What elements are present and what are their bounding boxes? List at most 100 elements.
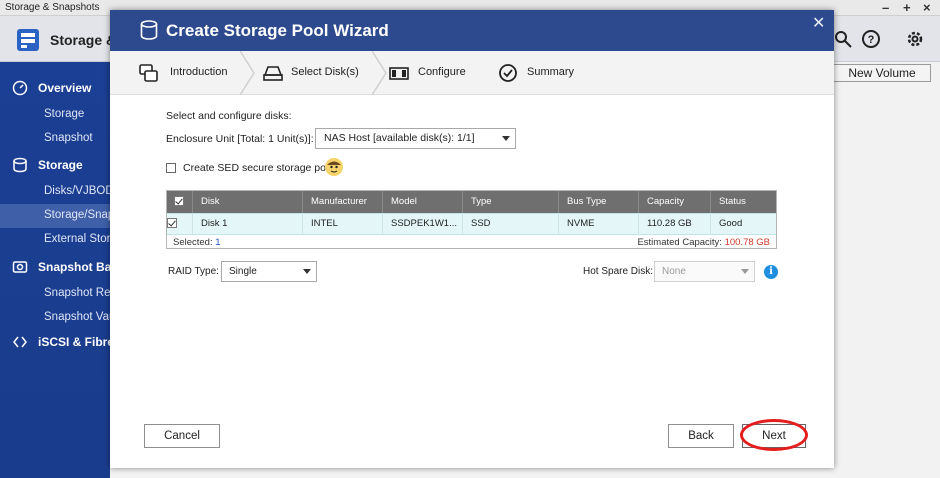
step-label: Introduction — [170, 66, 228, 78]
wizard-steps: Introduction Select Disk(s) Configure Su… — [110, 51, 834, 95]
step-summary: Summary — [496, 51, 606, 95]
sidebar-item-label: Storage/Snap — [44, 209, 110, 221]
sidebar-item-external-storage[interactable]: External Stora — [0, 228, 110, 252]
close-icon[interactable]: ✕ — [812, 13, 825, 33]
step-select-disks: Select Disk(s) — [256, 51, 376, 95]
cancel-button[interactable]: Cancel — [144, 424, 220, 448]
hot-spare-dropdown[interactable]: None — [654, 261, 755, 282]
sidebar-group-iscsi[interactable]: iSCSI & Fibre C — [0, 330, 110, 354]
back-button[interactable]: Back — [668, 424, 734, 448]
estimated-capacity-label: Estimated Capacity: — [637, 237, 722, 248]
create-storage-pool-dialog: Create Storage Pool Wizard ✕ Introductio… — [110, 10, 834, 468]
sidebar-item-label: Snapshot Rep — [44, 287, 110, 299]
disk-icon — [263, 66, 283, 81]
highlight-circle — [740, 419, 808, 451]
info-icon[interactable]: i — [764, 265, 778, 279]
cell-disk: Disk 1 — [193, 214, 303, 234]
sidebar-item-storage[interactable]: Storage — [0, 103, 110, 127]
sidebar-group-snapshot-backup[interactable]: Snapshot Bac — [0, 255, 110, 279]
column-header[interactable]: Status — [711, 191, 776, 213]
raid-icon — [389, 67, 409, 80]
raid-type-label: RAID Type: — [168, 266, 219, 277]
sidebar-item-label: Storage — [44, 108, 85, 120]
check-circle-icon — [499, 64, 517, 82]
select-all-checkbox[interactable] — [174, 196, 184, 206]
step-label: Configure — [418, 66, 466, 78]
sidebar-item-disks-vjbod[interactable]: Disks/VJBOD — [0, 180, 110, 204]
disk-table: Disk Manufacturer Model Type Bus Type Ca… — [166, 190, 777, 249]
window-title: Storage & Snapshots — [5, 2, 100, 13]
row-select-cell[interactable] — [167, 214, 193, 234]
sidebar: Overview Storage Snapshot Storage Disks/… — [0, 62, 110, 478]
help-icon[interactable]: ? — [860, 28, 882, 50]
column-header[interactable]: Disk — [193, 191, 303, 213]
cell-manufacturer: INTEL — [303, 214, 383, 234]
chevron-down-icon — [741, 269, 749, 274]
sidebar-group-label: Overview — [38, 81, 92, 95]
sidebar-group-storage[interactable]: Storage — [0, 153, 110, 177]
chevron-down-icon — [502, 136, 510, 141]
raid-type-dropdown[interactable]: Single — [221, 261, 317, 282]
dialog-title: Create Storage Pool Wizard — [166, 21, 389, 40]
database-icon — [140, 20, 158, 40]
close-window-icon[interactable]: × — [923, 0, 931, 15]
step-introduction: Introduction — [110, 51, 240, 95]
sidebar-group-label: iSCSI & Fibre C — [38, 335, 110, 349]
sidebar-item-label: Snapshot Vau — [44, 311, 110, 323]
enclosure-unit-dropdown[interactable]: NAS Host [available disk(s): 1/1] — [315, 128, 516, 149]
cell-bus-type: NVME — [559, 214, 639, 234]
cell-type: SSD — [463, 214, 559, 234]
database-icon — [13, 157, 27, 173]
dropdown-value: Single — [229, 266, 257, 277]
dialog-header: Create Storage Pool Wizard ✕ — [110, 10, 834, 51]
search-tools-icon[interactable] — [832, 28, 854, 50]
column-header[interactable]: Type — [463, 191, 559, 213]
storage-app-logo-icon — [17, 29, 39, 51]
chevron-down-icon — [303, 269, 311, 274]
enclosure-unit-label: Enclosure Unit [Total: 1 Unit(s)]: — [166, 133, 314, 145]
sidebar-item-snapshot-replica[interactable]: Snapshot Rep — [0, 282, 110, 306]
cell-capacity: 110.28 GB — [639, 214, 711, 234]
column-header[interactable]: Capacity — [639, 191, 711, 213]
column-header[interactable]: Manufacturer — [303, 191, 383, 213]
svg-text:?: ? — [868, 34, 875, 46]
select-disks-heading: Select and configure disks: — [166, 110, 292, 122]
sidebar-item-label: Disks/VJBOD — [44, 185, 110, 197]
column-header[interactable]: Model — [383, 191, 463, 213]
new-volume-button[interactable]: New Volume — [833, 64, 931, 82]
gear-icon[interactable] — [904, 28, 926, 50]
table-header: Disk Manufacturer Model Type Bus Type Ca… — [167, 191, 776, 213]
sidebar-group-label: Storage — [38, 158, 83, 172]
step-label: Summary — [527, 66, 575, 78]
step-separator — [372, 51, 387, 95]
step-separator — [240, 51, 255, 95]
sidebar-group-overview[interactable]: Overview — [0, 76, 110, 100]
step-configure: Configure — [388, 51, 493, 95]
share-icon — [13, 336, 27, 348]
sidebar-item-storage-snapshots[interactable]: Storage/Snap — [0, 204, 110, 228]
sidebar-item-snapshot[interactable]: Snapshot — [0, 127, 110, 151]
sidebar-item-label: External Stora — [44, 233, 110, 245]
column-header[interactable]: Bus Type — [559, 191, 639, 213]
estimated-capacity-value: 100.78 GB — [724, 237, 770, 248]
maximize-icon[interactable]: + — [903, 0, 911, 15]
cell-model: SSDPEK1W1... — [383, 214, 463, 234]
sed-checkbox[interactable] — [166, 163, 176, 173]
minimize-icon[interactable]: – — [882, 0, 889, 15]
stack-icon — [139, 64, 158, 82]
sidebar-group-label: Snapshot Bac — [38, 260, 110, 274]
row-checkbox[interactable] — [167, 218, 177, 228]
step-label: Select Disk(s) — [291, 66, 359, 78]
table-row[interactable]: Disk 1 INTEL SSDPEK1W1... SSD NVME 110.2… — [167, 213, 776, 235]
selected-count: Selected: 1 — [173, 237, 221, 248]
select-all-cell[interactable] — [167, 191, 193, 213]
estimated-capacity: Estimated Capacity: 100.78 GB — [637, 237, 770, 248]
selected-count-value: 1 — [215, 237, 221, 248]
app-title: Storage & — [50, 32, 117, 48]
cell-status: Good — [719, 218, 743, 229]
dropdown-value: NAS Host [available disk(s): 1/1] — [324, 132, 475, 144]
selected-label: Selected: — [173, 237, 213, 248]
sidebar-item-label: Snapshot — [44, 132, 93, 144]
sidebar-item-snapshot-vault[interactable]: Snapshot Vau — [0, 306, 110, 330]
sed-label: Create SED secure storage pool — [183, 162, 335, 174]
